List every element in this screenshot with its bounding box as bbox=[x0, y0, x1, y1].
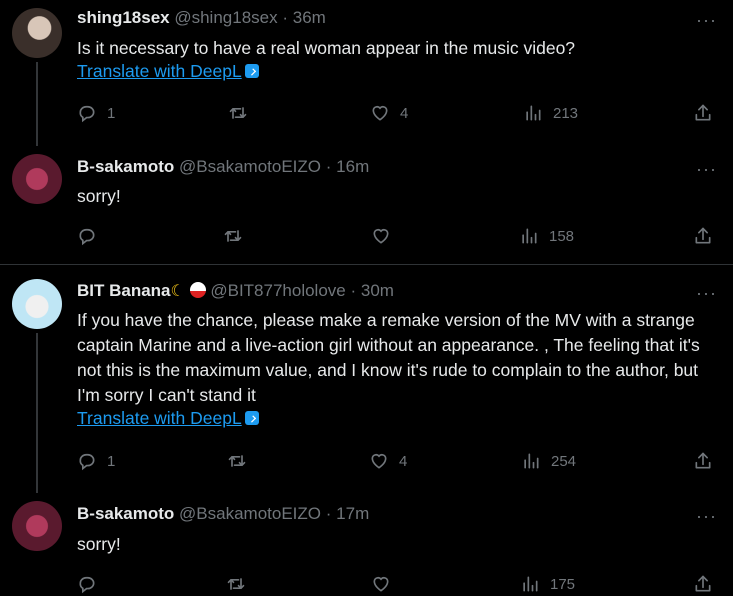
translate-link[interactable]: Translate with DeepL bbox=[77, 408, 259, 429]
views-button[interactable]: 254 bbox=[521, 449, 576, 473]
thread-line bbox=[36, 333, 38, 493]
tweet-4[interactable]: B-sakamoto @BsakamotoEIZO · 17m ··· sorr… bbox=[0, 488, 733, 596]
like-button[interactable] bbox=[371, 224, 401, 248]
views-count: 254 bbox=[551, 452, 577, 470]
share-button[interactable] bbox=[693, 449, 713, 473]
avatar[interactable] bbox=[12, 501, 62, 551]
like-button[interactable] bbox=[371, 572, 401, 596]
share-icon bbox=[693, 451, 713, 471]
like-count: 4 bbox=[399, 452, 408, 470]
user-handle[interactable]: @BsakamotoEIZO bbox=[179, 504, 321, 523]
reply-button[interactable]: 1 bbox=[77, 101, 115, 125]
user-handle[interactable]: @shing18sex bbox=[174, 8, 277, 27]
retweet-icon bbox=[227, 451, 247, 471]
tweet-1[interactable]: shing18sex @shing18sex · 36m ··· Is it n… bbox=[0, 0, 733, 146]
reply-icon bbox=[77, 103, 97, 123]
separator-dot: · bbox=[325, 157, 332, 176]
more-icon[interactable]: ··· bbox=[696, 506, 717, 527]
reply-icon bbox=[77, 574, 97, 594]
reply-button[interactable] bbox=[77, 224, 107, 248]
tweet-header: BIT Banana☾ @BIT877hololove · 30m bbox=[77, 281, 394, 303]
translate-label[interactable]: Translate with DeepL bbox=[77, 61, 242, 81]
reply-button[interactable]: 1 bbox=[77, 449, 115, 473]
views-icon bbox=[520, 574, 540, 594]
share-button[interactable] bbox=[693, 572, 713, 596]
more-icon[interactable]: ··· bbox=[696, 159, 717, 180]
share-button[interactable] bbox=[693, 101, 713, 125]
user-handle[interactable]: @BIT877hololove bbox=[210, 281, 345, 300]
views-icon bbox=[523, 103, 543, 123]
separator-dot: · bbox=[282, 8, 289, 27]
user-handle[interactable]: @BsakamotoEIZO bbox=[179, 157, 321, 176]
tweet-text: sorry! bbox=[77, 534, 121, 554]
views-button[interactable]: 213 bbox=[523, 101, 578, 125]
tweet-header: B-sakamoto @BsakamotoEIZO · 16m bbox=[77, 157, 369, 179]
tweet-text: sorry! bbox=[77, 186, 121, 206]
translate-link[interactable]: Translate with DeepL bbox=[77, 61, 259, 82]
reply-icon bbox=[77, 226, 97, 246]
rice-emoji bbox=[189, 282, 206, 298]
share-icon bbox=[693, 574, 713, 594]
translate-label[interactable]: Translate with DeepL bbox=[77, 408, 242, 428]
avatar[interactable] bbox=[12, 279, 62, 329]
tweet-text: Is it necessary to have a real woman app… bbox=[77, 38, 576, 58]
views-count: 175 bbox=[550, 575, 576, 593]
display-name[interactable]: shing18sex bbox=[77, 8, 170, 27]
retweet-button[interactable] bbox=[227, 449, 247, 473]
display-name[interactable]: B-sakamoto bbox=[77, 504, 174, 523]
heart-icon bbox=[369, 451, 389, 471]
reply-count: 1 bbox=[107, 104, 116, 122]
reply-button[interactable] bbox=[77, 572, 107, 596]
action-bar: 158 bbox=[77, 224, 717, 248]
retweet-button[interactable] bbox=[228, 101, 248, 125]
thread-line bbox=[36, 62, 38, 146]
views-count: 213 bbox=[553, 104, 579, 122]
separator-dot: · bbox=[350, 281, 357, 300]
views-icon bbox=[521, 451, 541, 471]
action-bar: 175 bbox=[77, 572, 717, 596]
views-button[interactable]: 175 bbox=[520, 572, 575, 596]
tweet-3[interactable]: BIT Banana☾ @BIT877hololove · 30m ··· If… bbox=[0, 265, 733, 493]
share-icon bbox=[693, 103, 713, 123]
timestamp[interactable]: 16m bbox=[336, 157, 369, 176]
deepl-icon bbox=[244, 411, 259, 425]
tweet-2[interactable]: B-sakamoto @BsakamotoEIZO · 16m ··· sorr… bbox=[0, 145, 733, 263]
tweet-header: B-sakamoto @BsakamotoEIZO · 17m bbox=[77, 504, 369, 526]
retweet-icon bbox=[226, 574, 246, 594]
action-bar: 1 4 254 bbox=[77, 449, 717, 473]
like-button[interactable]: 4 bbox=[369, 449, 407, 473]
separator-dot: · bbox=[325, 504, 332, 523]
more-icon[interactable]: ··· bbox=[696, 283, 717, 304]
deepl-icon bbox=[244, 64, 259, 78]
reply-icon bbox=[77, 451, 97, 471]
like-button[interactable]: 4 bbox=[370, 101, 408, 125]
more-icon[interactable]: ··· bbox=[696, 10, 717, 31]
retweet-icon bbox=[223, 226, 243, 246]
banana-emoji: ☾ bbox=[170, 283, 185, 300]
views-count: 158 bbox=[549, 227, 575, 245]
share-button[interactable] bbox=[693, 224, 713, 248]
avatar[interactable] bbox=[12, 8, 62, 58]
like-count: 4 bbox=[400, 104, 409, 122]
share-icon bbox=[693, 226, 713, 246]
display-name[interactable]: BIT Banana bbox=[77, 281, 171, 300]
retweet-button[interactable] bbox=[226, 572, 246, 596]
retweet-button[interactable] bbox=[223, 224, 243, 248]
timestamp[interactable]: 36m bbox=[293, 8, 326, 27]
views-button[interactable]: 158 bbox=[519, 224, 574, 248]
avatar[interactable] bbox=[12, 154, 62, 204]
heart-icon bbox=[371, 574, 391, 594]
tweet-header: shing18sex @shing18sex · 36m bbox=[77, 8, 326, 30]
retweet-icon bbox=[228, 103, 248, 123]
reply-count: 1 bbox=[107, 452, 116, 470]
views-icon bbox=[519, 226, 539, 246]
action-bar: 1 4 213 bbox=[77, 101, 717, 125]
heart-icon bbox=[371, 226, 391, 246]
tweet-text: If you have the chance, please make a re… bbox=[77, 310, 700, 405]
timestamp[interactable]: 30m bbox=[361, 281, 394, 300]
display-name[interactable]: B-sakamoto bbox=[77, 157, 174, 176]
heart-icon bbox=[370, 103, 390, 123]
timestamp[interactable]: 17m bbox=[336, 504, 369, 523]
